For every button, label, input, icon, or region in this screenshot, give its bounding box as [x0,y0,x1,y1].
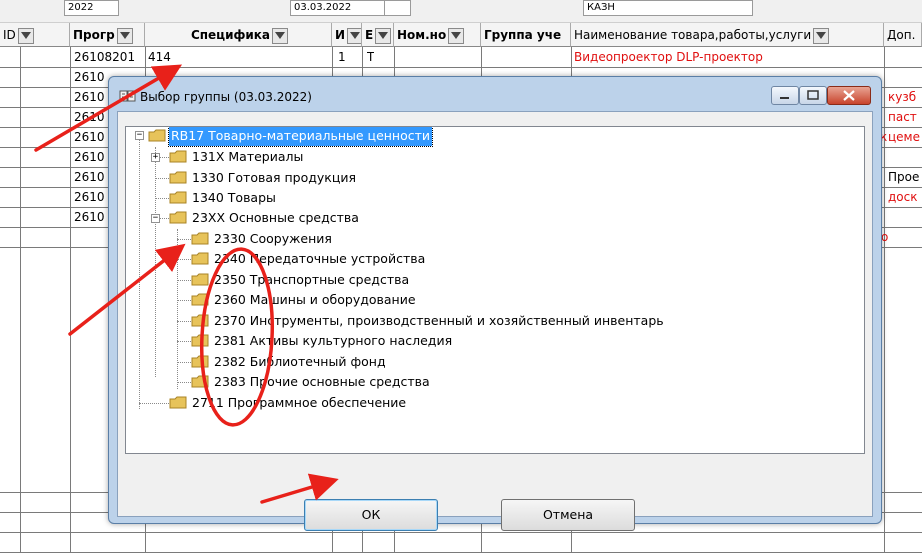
collapse-icon[interactable]: − [135,131,144,140]
tree-node[interactable]: 2383 Прочие основные средства [191,372,432,392]
tree-node[interactable]: 23XX Основные средства [169,208,361,228]
table-cell-prog[interactable]: 2610 [74,67,105,87]
tree-node[interactable]: 2381 Активы культурного наследия [191,331,454,351]
year-field[interactable]: 2022 [64,0,119,16]
folder-icon [191,231,209,245]
table-cell-prog[interactable]: 2610 [74,167,105,187]
table-cell-dop[interactable]: кузб [888,87,916,107]
folder-icon [191,272,209,286]
dialog-title-bar: Выбор группы (03.03.2022) [119,89,312,104]
close-button[interactable] [827,86,871,105]
column-header-name[interactable]: Наименование товара,работы,услуги [571,23,884,47]
filter-icon[interactable] [813,27,830,44]
table-cell-spec[interactable]: 414 [148,47,171,67]
table-cell-dop[interactable]: паст [888,107,917,127]
folder-icon [169,170,187,184]
folder-icon [169,395,187,409]
calendar-button[interactable] [384,0,411,16]
folder-icon [148,128,166,142]
tree-node[interactable]: 2360 Машины и оборудование [191,290,418,310]
filter-icon[interactable] [375,27,392,44]
table-cell-prog[interactable]: 2610 [74,207,105,227]
tree-node[interactable]: 2340 Передаточные устройства [191,249,427,269]
minimize-button[interactable] [771,86,799,105]
column-header-e[interactable]: Е [362,23,394,47]
expand-icon[interactable]: + [151,153,160,162]
table-cell-prog[interactable]: 2610 [74,127,105,147]
tree-node[interactable]: 131X Материалы [169,147,305,167]
kazn-field[interactable]: КАЗН [583,0,753,16]
filter-icon[interactable] [272,27,289,44]
table-cell-prog[interactable]: 2610 [74,187,105,207]
folder-icon [169,149,187,163]
date-field[interactable]: 03.03.2022 [290,0,385,16]
column-header-group[interactable]: Группа уче [481,23,571,47]
table-cell-name[interactable]: о [881,227,888,247]
table-cell-dop[interactable]: цеме [888,127,920,147]
window-controls [771,86,871,106]
table-cell-dop[interactable]: Прое [888,167,919,187]
close-icon [843,90,855,101]
tree-node-root[interactable]: RB17 Товарно-материальные ценности [148,127,434,147]
top-toolbar: 2022 03.03.2022 КАЗН [0,0,922,23]
tree-node[interactable]: 2711 Программное обеспечение [169,393,408,413]
tree-node[interactable]: 2330 Сооружения [191,229,334,249]
filter-icon[interactable] [116,27,133,44]
filter-icon[interactable] [448,27,465,44]
table-cell-prog[interactable]: 2610 [74,87,105,107]
table-cell-prog[interactable]: 26108201 [74,47,135,67]
column-header-prog[interactable]: Прогр [70,23,145,47]
folder-icon [169,190,187,204]
filter-icon[interactable] [17,27,34,44]
folder-icon [191,292,209,306]
app-icon [119,90,136,102]
group-tree[interactable]: − + − RB17 Товарно-материальные ценности… [125,126,865,454]
folder-icon [191,354,209,368]
collapse-icon[interactable]: − [151,214,160,223]
cancel-button[interactable]: Отмена [501,499,635,531]
tree-node[interactable]: 2370 Инструменты, производственный и хоз… [191,311,666,331]
ok-button[interactable]: ОК [304,499,438,531]
column-header-nom[interactable]: Ном.но [394,23,481,47]
table-cell-i[interactable]: 1 [338,47,346,67]
minimize-icon [780,97,789,99]
table-cell-prog[interactable]: 2610 [74,147,105,167]
folder-icon [191,333,209,347]
column-header-spec[interactable]: Специфика [145,23,332,47]
maximize-button[interactable] [799,86,827,105]
table-cell-e[interactable]: Т [367,47,374,67]
column-header-id[interactable]: ID [0,23,70,47]
dialog-body: − + − RB17 Товарно-материальные ценности… [117,111,873,531]
table-cell-prog[interactable]: 2610 [74,107,105,127]
column-header-i[interactable]: И [332,23,362,47]
folder-icon [191,313,209,327]
open-folder-icon [169,210,187,224]
table-cell-dop[interactable]: доск [888,187,917,207]
folder-icon [191,251,209,265]
maximize-icon [807,90,819,100]
tree-node[interactable]: 2350 Транспортные средства [191,270,411,290]
table-cell-name[interactable]: Видеопроектор DLP-проектор [574,47,763,67]
folder-icon [191,374,209,388]
tree-node[interactable]: 1340 Товары [169,188,278,208]
filter-icon[interactable] [347,27,361,44]
dialog-title: Выбор группы (03.03.2022) [140,90,312,104]
column-header-dop[interactable]: Доп. [884,23,922,47]
tree-node[interactable]: 2382 Библиотечный фонд [191,352,388,372]
select-group-dialog: Выбор группы (03.03.2022) − + − RB17 Тов… [108,76,882,531]
tree-node[interactable]: 1330 Готовая продукция [169,168,358,188]
